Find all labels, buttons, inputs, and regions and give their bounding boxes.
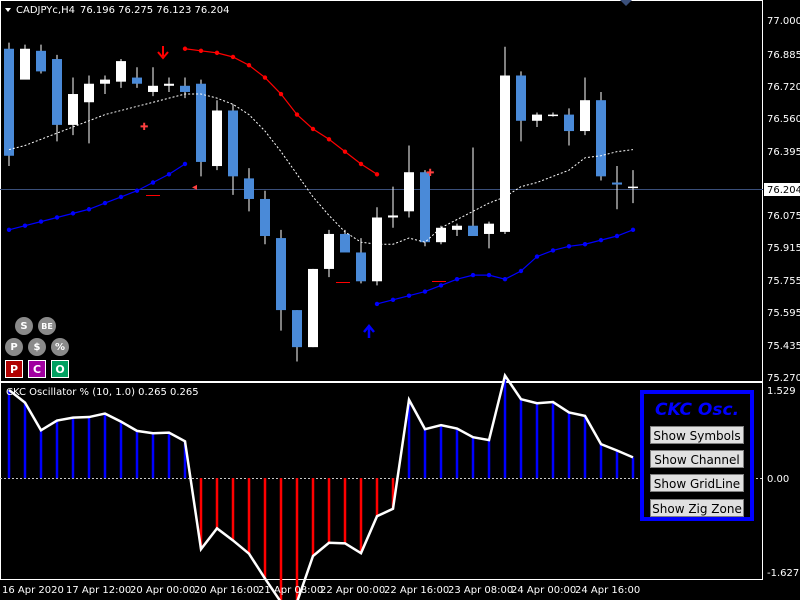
price-label: 75.595 [767,308,800,319]
candle-body [164,83,174,86]
candle-body [196,83,206,162]
time-label: 22 Apr 16:00 [384,585,449,596]
candle-body [244,178,254,199]
candle-body [260,198,270,237]
current-price-label: 76.204 [767,185,800,196]
candle-body [404,172,414,212]
candle-body [356,252,366,282]
price-label: 76.395 [767,147,800,158]
oscillator-layer [7,372,635,600]
chart-symbol: CADJPYc,H4 [16,5,75,16]
candle-body [20,48,30,80]
shift-marker-icon[interactable] [620,0,632,6]
candle-body [532,114,542,121]
candle-body [388,215,398,218]
o-close-button[interactable]: O [51,360,69,378]
price-label: 75.435 [767,341,800,352]
lower-channel [8,163,186,231]
candle-body [100,79,110,84]
candle-body [276,238,286,311]
candle-body [468,225,478,237]
show-gridline-button[interactable]: Show GridLine [650,474,744,492]
candle-body [420,172,430,243]
time-label: 24 Apr 16:00 [575,585,640,596]
time-label: 21 Apr 08:00 [258,585,323,596]
close-marker-icon: ✚ [140,122,148,133]
candle-body [500,75,510,232]
close-marker-icon: ◂ [192,182,197,193]
candle-body [564,114,574,132]
price-label: 75.755 [767,276,800,287]
p-close-button[interactable]: P [5,360,23,378]
lower-channel [376,229,634,305]
candle-body [452,225,462,230]
candle-body [612,182,622,185]
price-label: 76.075 [767,211,800,222]
osc-axis-label: 1.529 [767,386,796,397]
candles-layer [4,42,638,362]
sell-arrow-icon [157,46,169,60]
candle-body [292,310,302,348]
price-label: 76.885 [767,50,800,61]
candle-body [212,110,222,167]
main-chart-frame [0,0,763,382]
candle-body [68,94,78,125]
candle-body [132,77,142,84]
price-axis: 77.000 76.885 76.720 76.560 76.395 76.07… [764,16,800,384]
price-label: 76.720 [767,82,800,93]
buy-arrow-icon [363,324,375,338]
candle-body [516,75,526,121]
osc-line [8,372,634,600]
show-channel-button[interactable]: Show Channel [650,450,744,468]
c-close-button[interactable]: C [28,360,46,378]
chart-ohlc: 76.196 76.275 76.123 76.204 [80,5,230,16]
price-label: 75.915 [767,243,800,254]
price-label: 77.000 [767,16,800,27]
candle-body [548,114,558,117]
candle-body [36,50,46,72]
candle-body [4,48,14,156]
be-button[interactable]: BE [38,317,56,335]
channel-lines-layer [6,46,636,307]
chart-menu-icon[interactable] [5,8,11,12]
osc-axis-label: 0.00 [767,474,789,485]
s-button[interactable]: S [15,317,33,335]
time-label: 16 Apr 2020 [2,585,64,596]
panel-title: CKC Osc. [654,400,740,420]
candle-body [340,233,350,253]
price-label: 75.270 [767,373,800,384]
indicator-title: CKC Oscillator % (10, 1.0) 0.265 0.265 [6,387,199,398]
close-marker-icon: ✚ [426,168,434,179]
candle-body [52,59,62,125]
price-label: 76.560 [767,114,800,125]
time-axis: 16 Apr 2020 17 Apr 12:00 20 Apr 00:00 20… [2,585,640,596]
candle-body [148,85,158,92]
time-label: 22 Apr 00:00 [320,585,385,596]
candle-body [372,217,382,282]
candle-body [596,100,606,177]
time-label: 17 Apr 12:00 [66,585,131,596]
time-label: 20 Apr 00:00 [130,585,195,596]
candle-body [308,268,318,348]
candle-body [116,61,126,82]
candle-body [580,100,590,132]
show-zigzone-button[interactable]: Show Zig Zone [650,499,744,517]
time-label: 24 Apr 00:00 [511,585,576,596]
time-label: 23 Apr 08:00 [448,585,513,596]
candle-body [84,83,94,103]
show-symbols-button[interactable]: Show Symbols [650,426,744,444]
candle-body [180,85,190,92]
candle-body [228,110,238,177]
candle-body [484,223,494,234]
osc-axis-label: -1.627 [767,568,799,579]
dollar-button[interactable]: $ [28,338,46,356]
time-label: 20 Apr 16:00 [194,585,259,596]
candle-body [628,186,638,189]
candle-body [324,233,334,269]
ckc-panel: CKC Osc. Show Symbols Show Channel Show … [640,390,754,521]
percent-button[interactable]: % [51,338,69,356]
p-button[interactable]: P [5,338,23,356]
candle-body [436,227,446,243]
